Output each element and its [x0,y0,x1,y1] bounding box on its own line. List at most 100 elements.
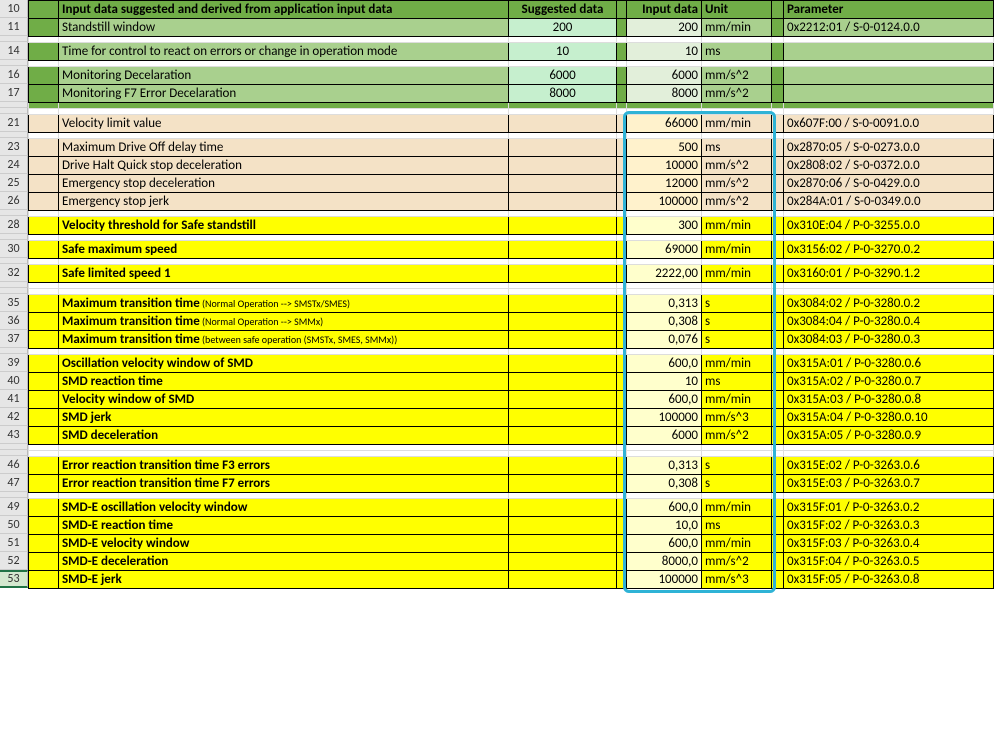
cell[interactable] [772,1,784,19]
param-cell[interactable]: 0x3084:03 / P-0-3280.0.3 [784,331,994,349]
value-cell[interactable]: 69000 [627,241,702,259]
cell[interactable] [617,475,627,493]
row-number[interactable]: 49 [0,498,28,516]
label-cell[interactable]: Monitoring Decelaration [59,67,509,85]
unit-cell[interactable]: s [702,475,772,493]
suggested-cell[interactable] [509,391,617,409]
cell[interactable] [617,391,627,409]
row-number[interactable]: 41 [0,390,28,408]
cell[interactable] [772,499,784,517]
value-cell[interactable]: 6000 [627,67,702,85]
suggested-cell[interactable] [509,175,617,193]
unit-cell[interactable]: ms [702,373,772,391]
param-cell[interactable]: 0x315E:03 / P-0-3263.0.7 [784,475,994,493]
cell[interactable] [29,67,59,85]
cell[interactable] [29,1,59,19]
cell[interactable] [29,457,59,475]
cell[interactable] [29,475,59,493]
cell[interactable] [617,517,627,535]
row-number[interactable]: 17 [0,84,28,102]
unit-cell[interactable]: mm/min [702,499,772,517]
unit-cell[interactable]: s [702,313,772,331]
cell[interactable] [617,427,627,445]
cell[interactable] [29,217,59,235]
cell[interactable] [772,175,784,193]
cell[interactable] [617,295,627,313]
value-cell[interactable]: 10,0 [627,517,702,535]
cell[interactable] [772,157,784,175]
suggested-cell[interactable] [509,475,617,493]
row-number[interactable]: 39 [0,354,28,372]
param-cell[interactable]: 0x2808:02 / S-0-0372.0.0 [784,157,994,175]
cell[interactable] [29,373,59,391]
spreadsheet[interactable]: 1011141617212324252628303235363739404142… [0,0,994,589]
suggested-cell[interactable]: 8000 [509,85,617,103]
value-cell[interactable]: 12000 [627,175,702,193]
value-cell[interactable]: 200 [627,19,702,37]
label-cell[interactable]: Error reaction transition time F3 errors [59,457,509,475]
value-cell[interactable]: 0,308 [627,313,702,331]
cell[interactable] [617,85,627,103]
label-cell[interactable]: Maximum transition time (between safe op… [59,331,509,349]
cell[interactable] [617,43,627,61]
cell[interactable] [772,553,784,571]
row-number[interactable]: 51 [0,534,28,552]
row-number[interactable]: 16 [0,66,28,84]
cell[interactable] [617,19,627,37]
param-cell[interactable]: 0x315A:03 / P-0-3280.0.8 [784,391,994,409]
cell[interactable] [617,499,627,517]
value-cell[interactable]: 0,313 [627,295,702,313]
label-cell[interactable]: Oscillation velocity window of SMD [59,355,509,373]
unit-cell[interactable]: mm/s^2 [702,193,772,211]
row-number[interactable]: 40 [0,372,28,390]
cell[interactable] [772,265,784,283]
cell[interactable] [617,373,627,391]
suggested-cell[interactable] [509,355,617,373]
label-cell[interactable]: Velocity limit value [59,115,509,133]
label-cell[interactable]: SMD-E reaction time [59,517,509,535]
header-unit[interactable]: Unit [702,1,772,19]
value-cell[interactable]: 66000 [627,115,702,133]
row-number[interactable]: 21 [0,114,28,132]
suggested-cell[interactable] [509,457,617,475]
label-cell[interactable]: Maximum Drive Off delay time [59,139,509,157]
label-cell[interactable]: SMD reaction time [59,373,509,391]
unit-cell[interactable]: mm/min [702,265,772,283]
suggested-cell[interactable] [509,409,617,427]
value-cell[interactable]: 10 [627,43,702,61]
unit-cell[interactable]: mm/s^3 [702,571,772,589]
cell[interactable] [772,475,784,493]
cell[interactable] [617,409,627,427]
suggested-cell[interactable] [509,265,617,283]
param-cell[interactable]: 0x315A:02 / P-0-3280.0.7 [784,373,994,391]
param-cell[interactable] [784,85,994,103]
cell[interactable] [617,535,627,553]
label-cell[interactable]: Velocity threshold for Safe standstill [59,217,509,235]
unit-cell[interactable]: ms [702,517,772,535]
cell[interactable] [617,217,627,235]
cell[interactable] [772,193,784,211]
cell[interactable] [772,43,784,61]
cell[interactable] [772,571,784,589]
label-cell[interactable]: SMD-E velocity window [59,535,509,553]
label-cell[interactable]: Maximum transition time (Normal Operatio… [59,313,509,331]
cell[interactable] [772,535,784,553]
unit-cell[interactable]: mm/min [702,19,772,37]
suggested-cell[interactable] [509,427,617,445]
row-number[interactable]: 43 [0,426,28,444]
value-cell[interactable]: 0,313 [627,457,702,475]
label-cell[interactable]: SMD jerk [59,409,509,427]
suggested-cell[interactable] [509,373,617,391]
param-cell[interactable]: 0x315F:05 / P-0-3263.0.8 [784,571,994,589]
suggested-cell[interactable] [509,295,617,313]
label-cell[interactable]: Safe limited speed 1 [59,265,509,283]
cell[interactable] [29,427,59,445]
cell[interactable] [772,427,784,445]
label-cell[interactable]: Time for control to react on errors or c… [59,43,509,61]
unit-cell[interactable]: mm/min [702,391,772,409]
suggested-cell[interactable]: 10 [509,43,617,61]
unit-cell[interactable]: mm/s^2 [702,67,772,85]
row-number[interactable]: 46 [0,456,28,474]
param-cell[interactable] [784,67,994,85]
label-cell[interactable]: Standstill window [59,19,509,37]
